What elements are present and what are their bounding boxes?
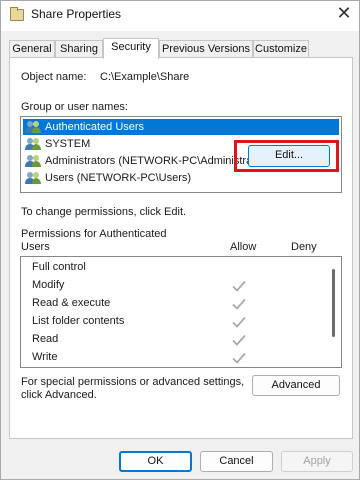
window-title: Share Properties — [31, 7, 122, 21]
permission-row-list-folder-contents: List folder contents — [21, 313, 326, 331]
tab-security[interactable]: Security — [103, 38, 159, 59]
close-button[interactable]: ✕ — [333, 4, 355, 26]
user-name: Authenticated Users — [45, 121, 145, 133]
edit-button[interactable]: Edit... — [248, 145, 330, 167]
tab-customize[interactable]: Customize — [253, 40, 309, 58]
permission-name: Full control — [32, 261, 86, 273]
permission-row-modify: Modify — [21, 277, 326, 295]
title-bar: Share Properties ✕ — [1, 1, 359, 31]
user-name: Users (NETWORK-PC\Users) — [45, 172, 192, 184]
users-group-icon — [25, 138, 41, 150]
change-permissions-hint: To change permissions, click Edit. — [21, 206, 187, 218]
tab-sharing[interactable]: Sharing — [55, 40, 103, 58]
special-permissions-hint-line2: click Advanced. — [21, 389, 97, 401]
check-icon — [232, 334, 246, 346]
users-group-icon — [25, 155, 41, 167]
vertical-scrollbar[interactable] — [327, 257, 341, 367]
list-item-authenticated-users[interactable]: Authenticated Users — [23, 119, 339, 135]
apply-button[interactable]: Apply — [281, 451, 353, 472]
object-name-value: C:\Example\Share — [100, 71, 190, 83]
allow-column-header: Allow — [230, 241, 257, 253]
users-group-icon — [25, 172, 41, 184]
folder-icon — [10, 7, 24, 21]
permission-row-full-control: Full control — [21, 259, 326, 277]
permissions-for-label: Permissions for Authenticated — [21, 228, 167, 240]
permission-name: Write — [32, 351, 58, 363]
advanced-button[interactable]: Advanced — [252, 375, 340, 396]
cancel-button[interactable]: Cancel — [200, 451, 273, 472]
scrollbar-thumb[interactable] — [332, 269, 335, 337]
permission-row-read: Read — [21, 331, 326, 349]
check-icon — [232, 298, 246, 310]
check-icon — [232, 316, 246, 328]
security-panel: Object name: C:\Example\Share Group or u… — [9, 57, 353, 439]
permissions-for-label-line2: Users — [21, 241, 50, 253]
share-properties-dialog: Share Properties ✕ General Sharing Secur… — [0, 0, 360, 480]
permission-name: List folder contents — [32, 315, 125, 327]
group-names-label: Group or user names: — [21, 101, 128, 113]
users-group-icon — [25, 121, 41, 133]
ok-button[interactable]: OK — [119, 451, 192, 472]
user-name: SYSTEM — [45, 138, 91, 150]
object-name-label: Object name: — [21, 71, 87, 83]
permission-name: Read & execute — [32, 297, 111, 309]
permission-name: Read — [32, 333, 59, 345]
special-permissions-hint: For special permissions or advanced sett… — [21, 376, 245, 388]
list-item-users[interactable]: Users (NETWORK-PC\Users) — [23, 170, 339, 186]
tab-previous-versions[interactable]: Previous Versions — [159, 40, 253, 58]
permission-row-write: Write — [21, 349, 326, 367]
permissions-list[interactable]: Full control Modify Read & execute List … — [20, 256, 342, 368]
deny-column-header: Deny — [291, 241, 317, 253]
check-icon — [232, 352, 246, 364]
edit-button-highlight: Edit... — [234, 140, 339, 172]
check-icon — [232, 280, 246, 292]
permission-row-read-execute: Read & execute — [21, 295, 326, 313]
permission-name: Modify — [32, 279, 65, 291]
tab-general[interactable]: General — [9, 40, 55, 58]
